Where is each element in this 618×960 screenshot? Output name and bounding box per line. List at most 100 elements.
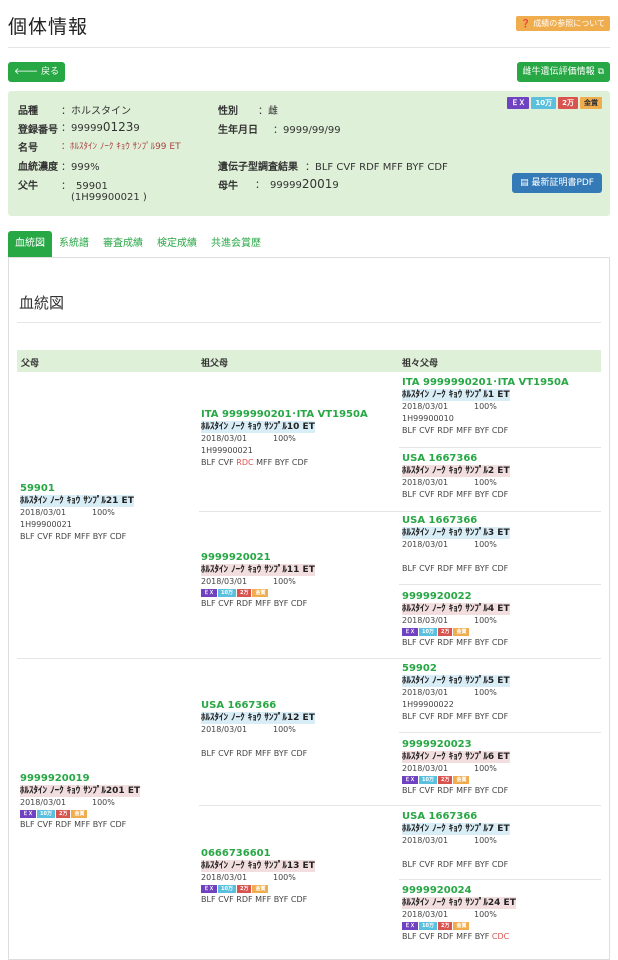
pdf-label: 最新証明書PDF: [531, 178, 594, 188]
pedigree-node: 9999920024 ﾎﾙｽﾀｲﾝ ﾉｰｸ ｷｮｳ ｻﾝﾌﾟﾙ24 ET 201…: [402, 884, 516, 941]
info-panel: 品種 ：ホルスタイン 登録番号 ：9999901239 名号 ：ﾎﾙｽﾀｲﾝ ﾉ…: [8, 91, 610, 216]
arrow-left-icon: 🡐: [14, 67, 39, 77]
animal-id-link[interactable]: USA 1667366: [402, 810, 510, 823]
genetic-eval-label: 雌牛遺伝評価情報: [522, 67, 595, 77]
animal-name: ﾎﾙｽﾀｲﾝ ﾉｰｸ ｷｮｳ ｻﾝﾌﾟﾙ2 ET: [402, 465, 510, 477]
pedigree-node: 0666736601 ﾎﾙｽﾀｲﾝ ﾉｰｸ ｷｮｳ ｻﾝﾌﾟﾙ13 ET 201…: [201, 847, 315, 904]
tab-pedigree-chart[interactable]: 血統図: [8, 231, 52, 257]
animal-id-link[interactable]: USA 1667366: [402, 452, 510, 465]
animal-name: ﾎﾙｽﾀｲﾝ ﾉｰｸ ｷｮｳ ｻﾝﾌﾟﾙ5 ET: [402, 675, 510, 687]
animal-id-link[interactable]: 59901: [20, 482, 134, 495]
sire-value[interactable]: ： 59901: [61, 177, 108, 192]
animal-id-link[interactable]: 9999920023: [402, 738, 510, 751]
tab-judging[interactable]: 審査成績: [96, 231, 150, 257]
mini-badges: ＥＸ 10万 2万 金賞: [402, 628, 510, 636]
pedigree-node: 9999920021 ﾎﾙｽﾀｲﾝ ﾉｰｸ ｷｮｳ ｻﾝﾌﾟﾙ11 ET 201…: [201, 551, 315, 608]
pedigree-node: USA 1667366 ﾎﾙｽﾀｲﾝ ﾉｰｸ ｷｮｳ ｻﾝﾌﾟﾙ2 ET 201…: [402, 452, 510, 499]
header-great-grandparents: 祖々父母: [402, 359, 439, 369]
animal-name: ﾎﾙｽﾀｲﾝ ﾉｰｸ ｷｮｳ ｻﾝﾌﾟﾙ1 ET: [402, 389, 510, 401]
pedigree-panel: 血統図 父母 祖父母 祖々父母 59901 ﾎﾙｽﾀｲﾝ ﾉｰｸ ｷｮｳ ｻﾝﾌ…: [8, 258, 610, 960]
animal-id-link[interactable]: USA 1667366: [201, 699, 315, 712]
back-button[interactable]: 🡐 戻る: [8, 62, 66, 82]
dam-value[interactable]: ： 9999920019: [255, 176, 339, 191]
dam-label: 母牛: [218, 181, 238, 192]
mini-badges: ＥＸ 10万 2万 金賞: [20, 810, 140, 818]
animal-name: ﾎﾙｽﾀｲﾝ ﾉｰｸ ｷｮｳ ｻﾝﾌﾟﾙ13 ET: [201, 860, 315, 872]
row-divider: [399, 584, 601, 585]
animal-id-link[interactable]: 9999920022: [402, 590, 510, 603]
badge-100k: 10万: [531, 97, 557, 109]
animal-name: ﾎﾙｽﾀｲﾝ ﾉｰｸ ｷｮｳ ｻﾝﾌﾟﾙ10 ET: [201, 421, 315, 433]
pedigree-node: 9999920019 ﾎﾙｽﾀｲﾝ ﾉｰｸ ｷｮｳ ｻﾝﾌﾟﾙ201 ET 20…: [20, 772, 141, 829]
reg-value: ：9999901239: [61, 120, 140, 134]
gene-value: ：BLF CVF RDF MFF BYF CDF: [305, 162, 448, 173]
animal-id-link[interactable]: 9999920024: [402, 884, 516, 897]
page-title: 個体情報: [8, 16, 89, 38]
animal-id-link[interactable]: 9999920019: [20, 772, 140, 785]
pedigree-node: USA 1667366 ﾎﾙｽﾀｲﾝ ﾉｰｸ ｷｮｳ ｻﾝﾌﾟﾙ7 ET 201…: [402, 810, 510, 869]
mini-badges: ＥＸ 10万 2万 金賞: [201, 885, 315, 893]
row-divider: [399, 879, 601, 880]
help-link[interactable]: ❓ 成績の参照について: [515, 16, 610, 31]
pedigree-node: 9999920023 ﾎﾙｽﾀｲﾝ ﾉｰｸ ｷｮｳ ｻﾝﾌﾟﾙ6 ET 2018…: [402, 738, 510, 795]
animal-name: ﾎﾙｽﾀｲﾝ ﾉｰｸ ｷｮｳ ｻﾝﾌﾟﾙ3 ET: [402, 527, 510, 539]
breed-label: 品種: [18, 106, 38, 117]
pedigree-node: USA 1667366 ﾎﾙｽﾀｲﾝ ﾉｰｸ ｷｮｳ ｻﾝﾌﾟﾙ12 ET 20…: [201, 699, 315, 758]
help-label: 成績の参照について: [533, 19, 605, 28]
external-link-icon: ⧉: [597, 67, 604, 77]
animal-name: ﾎﾙｽﾀｲﾝ ﾉｰｸ ｷｮｳ ｻﾝﾌﾟﾙ12 ET: [201, 712, 315, 724]
pdf-button[interactable]: ▤ 最新証明書PDF: [512, 173, 602, 193]
back-label: 戻る: [41, 67, 60, 77]
name-value: ：ﾎﾙｽﾀｲﾝ ﾉｰｸ ｷｮｳ ｻﾝﾌﾟﾙ99 ET: [61, 142, 181, 152]
animal-id-link[interactable]: 9999920021: [201, 551, 315, 564]
animal-name: ﾎﾙｽﾀｲﾝ ﾉｰｸ ｷｮｳ ｻﾝﾌﾟﾙ21 ET: [20, 495, 134, 507]
pedigree-node: 59902 ﾎﾙｽﾀｲﾝ ﾉｰｸ ｷｮｳ ｻﾝﾌﾟﾙ5 ET 2018/03/0…: [402, 662, 510, 721]
reg-label: 登録番号: [18, 125, 58, 136]
genetic-eval-button[interactable]: 雌牛遺伝評価情報 ⧉: [516, 62, 610, 82]
row-divider: [199, 511, 601, 512]
pedigree-node: 9999920022 ﾎﾙｽﾀｲﾝ ﾉｰｸ ｷｮｳ ｻﾝﾌﾟﾙ4 ET 2018…: [402, 590, 510, 647]
header-parents: 父母: [21, 359, 40, 369]
tab-testing[interactable]: 検定成績: [150, 231, 204, 257]
animal-name: ﾎﾙｽﾀｲﾝ ﾉｰｸ ｷｮｳ ｻﾝﾌﾟﾙ7 ET: [402, 823, 510, 835]
birth-label: 生年月日: [218, 125, 258, 136]
sex-value: ：雌: [258, 106, 278, 117]
row-divider: [17, 658, 601, 659]
animal-id-link[interactable]: 59902: [402, 662, 510, 675]
document-icon: ▤: [520, 178, 529, 188]
breed-value: ：ホルスタイン: [61, 106, 131, 117]
pedigree-header: 父母 祖父母 祖々父母: [17, 350, 601, 372]
animal-id-link[interactable]: USA 1667366: [402, 514, 510, 527]
pedigree-node: 59901 ﾎﾙｽﾀｲﾝ ﾉｰｸ ｷｮｳ ｻﾝﾌﾟﾙ21 ET 2018/03/…: [20, 482, 134, 541]
animal-name: ﾎﾙｽﾀｲﾝ ﾉｰｸ ｷｮｳ ｻﾝﾌﾟﾙ201 ET: [20, 785, 141, 797]
badge-ex: ＥＸ: [507, 97, 530, 109]
badge-20k: 2万: [558, 97, 578, 109]
section-title: 血統図: [19, 294, 65, 312]
pedigree-node: ITA 9999990201･ITA VT1950A ﾎﾙｽﾀｲﾝ ﾉｰｸ ｷｮ…: [201, 408, 368, 467]
animal-id-link[interactable]: ITA 9999990201･ITA VT1950A: [402, 376, 569, 389]
animal-name: ﾎﾙｽﾀｲﾝ ﾉｰｸ ｷｮｳ ｻﾝﾌﾟﾙ6 ET: [402, 751, 510, 763]
tab-shows[interactable]: 共進会賞歴: [204, 231, 268, 257]
name-label: 名号: [18, 143, 38, 154]
tab-bar: 血統図 系統譜 審査成績 検定成績 共進会賞歴: [8, 231, 610, 258]
mini-badges: ＥＸ 10万 2万 金賞: [402, 922, 516, 930]
gene-label: 遺伝子型調査結果: [218, 162, 298, 173]
tab-lineage[interactable]: 系統譜: [52, 231, 96, 257]
birth-value: ：9999/99/99: [273, 125, 341, 136]
row-divider: [399, 732, 601, 733]
award-badges: ＥＸ 10万 2万 金賞: [507, 97, 602, 109]
sex-label: 性別: [218, 106, 238, 117]
animal-name: ﾎﾙｽﾀｲﾝ ﾉｰｸ ｷｮｳ ｻﾝﾌﾟﾙ24 ET: [402, 897, 516, 909]
divider: [8, 47, 610, 48]
animal-id-link[interactable]: ITA 9999990201･ITA VT1950A: [201, 408, 368, 421]
row-divider: [399, 447, 601, 448]
mini-badges: ＥＸ 10万 2万 金賞: [201, 589, 315, 597]
badge-gold: 金賞: [580, 97, 602, 109]
row-divider: [199, 805, 601, 806]
animal-name: ﾎﾙｽﾀｲﾝ ﾉｰｸ ｷｮｳ ｻﾝﾌﾟﾙ4 ET: [402, 603, 510, 615]
blood-label: 血統濃度: [18, 162, 58, 173]
sire-label: 父牛: [18, 181, 38, 192]
pedigree-node: USA 1667366 ﾎﾙｽﾀｲﾝ ﾉｰｸ ｷｮｳ ｻﾝﾌﾟﾙ3 ET 201…: [402, 514, 510, 573]
blood-value: ：999%: [61, 162, 100, 173]
animal-id-link[interactable]: 0666736601: [201, 847, 315, 860]
